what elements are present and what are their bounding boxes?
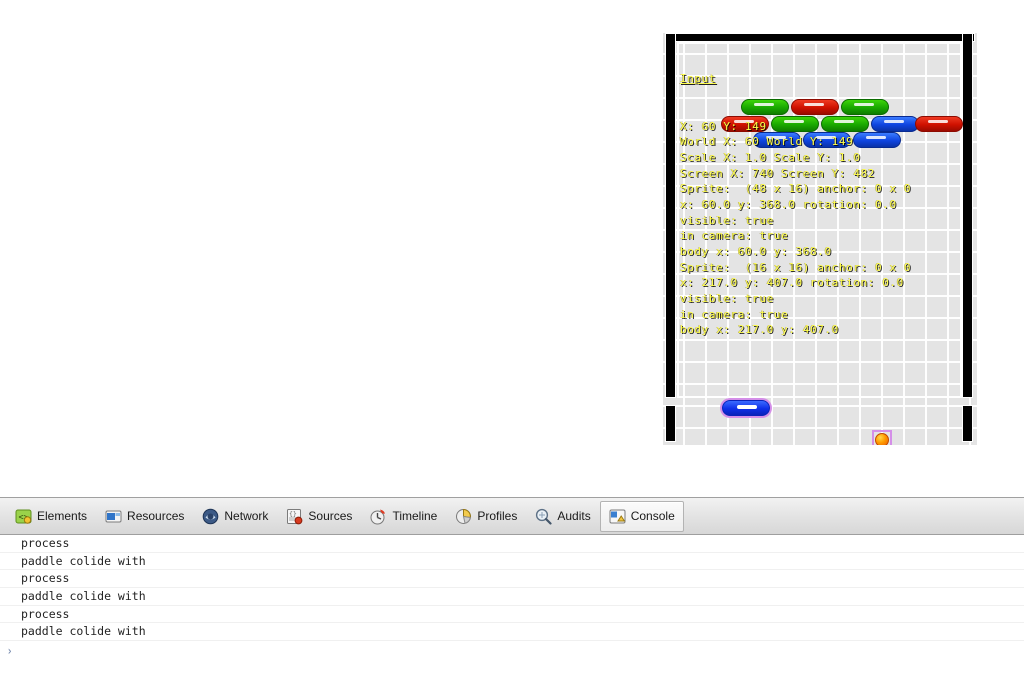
debug-line: in camera: true: [680, 307, 789, 321]
debug-text-overlay: Input X: 60 Y: 149 World X: 60 World Y: 1…: [680, 40, 911, 370]
wall-left-upper: [665, 33, 676, 398]
devtools-tab-label: Profiles: [477, 509, 518, 523]
browser-page-viewport: Input X: 60 Y: 149 World X: 60 World Y: 1…: [0, 0, 1024, 497]
devtools-tab-profiles[interactable]: Profiles: [446, 501, 526, 532]
debug-line: x: 217.0 y: 407.0 rotation: 0.0: [680, 276, 904, 290]
debug-line: World X: 60 World Y: 149: [680, 135, 854, 149]
devtools-panel: <> Elements Resources Network {} Sources Timel…: [0, 497, 1024, 698]
devtools-tab-network[interactable]: Network: [193, 501, 277, 532]
elements-icon: <>: [15, 508, 32, 525]
resources-icon: [105, 508, 122, 525]
svg-text:{}: {}: [289, 510, 297, 518]
debug-line: Sprite: (48 x 16) anchor: 0 x 0: [680, 182, 912, 196]
ball-sprite[interactable]: [874, 432, 890, 445]
wall-right-lower: [962, 405, 973, 442]
console-log-row: process: [0, 570, 1024, 589]
brick-r2-c4[interactable]: [915, 116, 963, 132]
debug-line: Scale X: 1.0 Scale Y: 1.0: [680, 150, 861, 164]
paddle-sprite[interactable]: [722, 400, 770, 416]
devtools-tab-resources[interactable]: Resources: [96, 501, 193, 532]
devtools-tab-audits[interactable]: Audits: [526, 501, 599, 532]
ball-orb: [875, 433, 889, 445]
network-icon: [202, 508, 219, 525]
sources-icon: {}: [286, 508, 303, 525]
timeline-icon: [370, 508, 387, 525]
profiles-icon: [455, 508, 472, 525]
devtools-tab-sources[interactable]: {} Sources: [277, 501, 361, 532]
audits-icon: [535, 508, 552, 525]
debug-line: Sprite: (16 x 16) anchor: 0 x 0: [680, 260, 912, 274]
devtools-tab-label: Resources: [127, 509, 185, 523]
devtools-tab-label: Timeline: [392, 509, 438, 523]
devtools-toolbar: <> Elements Resources Network {} Sources Timel…: [0, 498, 1024, 535]
devtools-tab-label: Elements: [37, 509, 88, 523]
wall-left-lower: [665, 405, 676, 442]
console-prompt-caret: ›: [6, 644, 13, 659]
devtools-tab-label: Audits: [557, 509, 591, 523]
game-canvas[interactable]: Input X: 60 Y: 149 World X: 60 World Y: 1…: [663, 33, 977, 445]
console-log-row: process: [0, 606, 1024, 624]
phaser-game-container[interactable]: Input X: 60 Y: 149 World X: 60 World Y: 1…: [663, 33, 977, 445]
devtools-tab-label: Network: [224, 509, 269, 523]
console-log-list: process paddle colide with process paddle c…: [0, 535, 1024, 642]
console-log-row: paddle colide with: [0, 553, 1024, 571]
debug-line: X: 60 Y: 149: [680, 119, 767, 133]
debug-line: visible: true: [680, 213, 774, 227]
devtools-tab-timeline[interactable]: Timeline: [361, 501, 446, 532]
debug-line: body x: 60.0 y: 368.0: [680, 245, 832, 258]
debug-line: in camera: true: [680, 229, 789, 243]
debug-header: Input: [680, 72, 717, 86]
console-prompt-row[interactable]: ›: [0, 641, 1024, 661]
devtools-tab-elements[interactable]: <> Elements: [6, 501, 96, 532]
debug-line: x: 60.0 y: 368.0 rotation: 0.0: [680, 197, 897, 211]
console-log-row: paddle colide with: [0, 588, 1024, 606]
console-icon: [609, 508, 626, 525]
console-log-row: paddle colide with: [0, 623, 1024, 642]
devtools-tab-console[interactable]: Console: [599, 500, 684, 532]
console-log-row: process: [0, 535, 1024, 553]
debug-line: Screen X: 740 Screen Y: 482: [680, 166, 876, 180]
console-output-area[interactable]: process paddle colide with process paddle c…: [0, 535, 1024, 698]
devtools-tab-label: Console: [630, 509, 675, 523]
wall-right-upper: [962, 33, 973, 398]
debug-lines: X: 60 Y: 149 World X: 60 World Y: 149 Scal…: [680, 119, 911, 339]
debug-line: body x: 217.0 y: 407.0: [680, 323, 839, 337]
devtools-tab-label: Sources: [308, 509, 353, 523]
debug-line: visible: true: [680, 292, 774, 306]
